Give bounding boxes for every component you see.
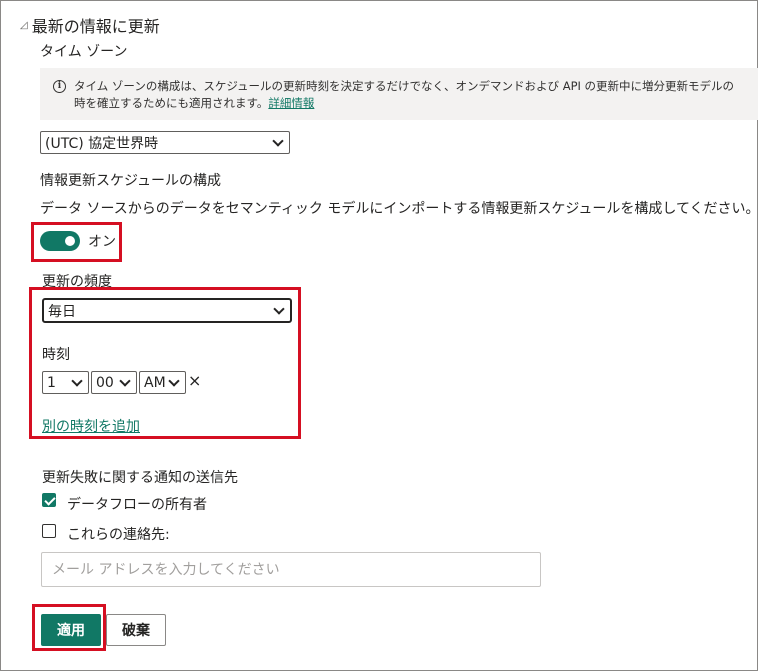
schedule-toggle[interactable] [40,231,80,251]
apply-button[interactable]: 適用 [41,614,101,646]
chevron-down-icon [273,302,285,315]
chevron-down-icon [272,134,284,147]
frequency-label: 更新の頻度 [42,274,112,290]
toggle-label: オン [88,234,116,250]
owner-label: データフローの所有者 [67,497,207,513]
minute-select[interactable]: 00 [91,371,137,394]
owner-checkbox[interactable] [42,493,56,507]
info-line-1: タイム ゾーンの構成は、スケジュールの更新時刻を決定するだけでなく、オンデマンド… [74,79,735,93]
timezone-selected-value: (UTC) 協定世界時 [45,135,159,152]
frequency-select[interactable]: 毎日 [42,298,292,323]
toggle-knob [65,236,75,246]
frequency-selected-value: 毎日 [48,303,76,320]
learn-more-link[interactable]: 詳細情報 [268,96,314,110]
chevron-down-icon [168,374,180,387]
section-title: 最新の情報に更新 [31,17,160,36]
timezone-label: タイム ゾーン [40,44,128,60]
info-line-2: 時を確立するためにも適用されます。 [74,96,269,110]
timezone-info-box: i タイム ゾーンの構成は、スケジュールの更新時刻を決定するだけでなく、オンデマ… [40,68,758,120]
schedule-description: データ ソースからのデータをセマンティック モデルにインポートする情報更新スケジ… [40,201,758,217]
contacts-label: これらの連絡先: [67,527,170,543]
remove-time-icon[interactable]: × [188,371,201,390]
ampm-select[interactable]: AM [139,371,186,394]
info-icon: i [53,80,66,93]
chevron-down-icon [119,374,131,387]
chevron-down-icon [71,374,83,387]
timezone-info-text: タイム ゾーンの構成は、スケジュールの更新時刻を決定するだけでなく、オンデマンド… [74,78,758,112]
ampm-value: AM [144,374,166,391]
minute-value: 00 [96,374,114,391]
hour-select[interactable]: 1 [42,371,89,394]
timezone-select[interactable]: (UTC) 協定世界時 [40,131,290,154]
add-time-link[interactable]: 別の時刻を追加 [42,416,140,436]
checkmark-icon [44,494,56,506]
refresh-section-header[interactable]: ◿ 最新の情報に更新 [20,13,160,37]
hour-value: 1 [47,374,56,391]
time-label: 時刻 [42,347,70,363]
discard-button[interactable]: 破棄 [106,614,166,646]
email-input[interactable] [41,552,541,587]
contacts-checkbox[interactable] [42,524,56,538]
schedule-heading: 情報更新スケジュールの構成 [40,173,222,189]
notify-heading: 更新失敗に関する通知の送信先 [42,470,238,486]
collapse-triangle-icon[interactable]: ◿ [20,20,28,31]
